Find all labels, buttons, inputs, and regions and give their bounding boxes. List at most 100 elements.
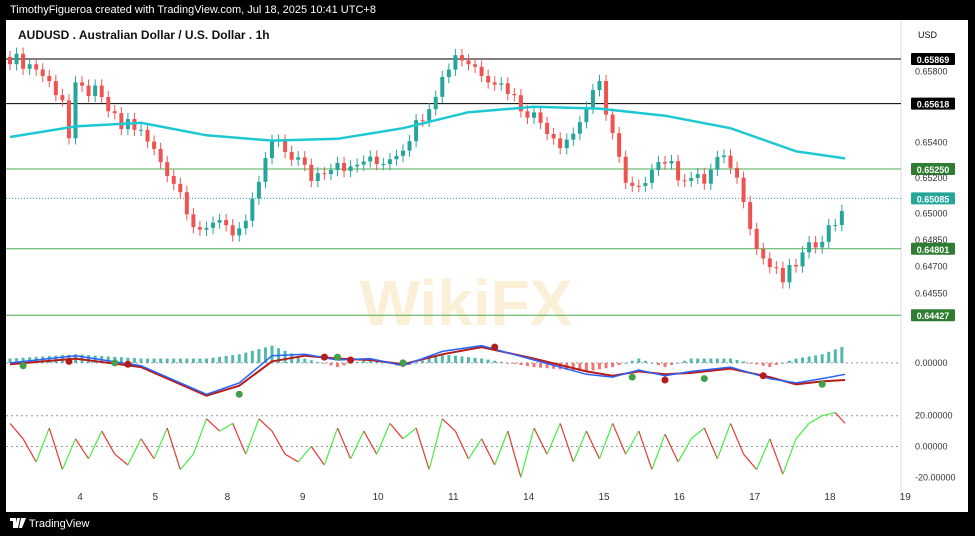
oscillator-segment xyxy=(206,418,221,432)
oscillator-segment xyxy=(179,453,194,470)
candle-body xyxy=(60,95,65,101)
candle-body xyxy=(21,53,26,69)
macd-histogram-bar xyxy=(486,359,490,363)
candle-body xyxy=(99,85,104,98)
price-tick-label: 0.64850 xyxy=(915,235,948,245)
macd-histogram-bar xyxy=(414,362,418,364)
candle xyxy=(545,116,550,141)
grid-lines xyxy=(6,20,902,500)
candle-body xyxy=(283,140,288,152)
candle-body xyxy=(466,60,471,65)
price-axis[interactable]: 0.658690.656180.652500.650850.648010.644… xyxy=(911,53,956,482)
level-label: 0.65869 xyxy=(911,53,955,66)
macd-histogram-bar xyxy=(237,354,241,363)
time-tick-label: 8 xyxy=(225,492,231,503)
oscillator-segment xyxy=(48,427,63,470)
candle xyxy=(761,242,766,265)
macd-histogram-bar xyxy=(814,355,818,363)
macd-histogram-bar xyxy=(493,360,497,363)
macd-histogram-bar xyxy=(722,358,726,363)
oscillator-segment xyxy=(756,438,771,470)
candle xyxy=(486,69,491,89)
candle xyxy=(446,63,451,84)
candle xyxy=(702,167,707,190)
candle-body xyxy=(715,157,720,170)
oscillator-segment xyxy=(22,438,37,463)
macd-histogram-bar xyxy=(336,362,339,368)
candle xyxy=(839,204,844,232)
candle-body xyxy=(617,133,622,157)
oscillator-segment xyxy=(310,446,325,466)
macd-histogram-bar xyxy=(604,362,608,369)
candle-body xyxy=(93,85,98,97)
candle-body xyxy=(270,140,274,159)
candle-body xyxy=(309,164,314,181)
candle-body xyxy=(152,141,157,149)
macd-histogram-bar xyxy=(283,350,287,363)
candle xyxy=(40,63,45,83)
candle-body xyxy=(446,69,451,78)
candle-body xyxy=(780,267,785,283)
candle-body xyxy=(355,164,360,167)
candle-body xyxy=(800,252,805,267)
candle xyxy=(604,74,609,121)
macd-histogram-bar xyxy=(421,360,425,363)
osc-tick-label: 20.00000 xyxy=(915,411,953,421)
candle xyxy=(643,176,648,193)
candle xyxy=(387,153,392,171)
candle xyxy=(224,213,229,232)
level-label-text: 0.65085 xyxy=(917,194,950,204)
candle xyxy=(617,126,622,163)
oscillator-segment xyxy=(402,427,417,440)
oscillator-segment xyxy=(192,418,208,455)
macd-histogram-bar xyxy=(165,358,169,363)
candle-body xyxy=(702,174,707,184)
candle xyxy=(682,174,687,188)
price-tick-label: 0.65000 xyxy=(915,208,948,218)
candle-body xyxy=(73,82,78,139)
oscillator-segment xyxy=(166,427,181,470)
candle-body xyxy=(139,129,143,131)
macd-histogram-bar xyxy=(309,360,313,363)
oscillator-segment xyxy=(822,412,836,417)
candle-body xyxy=(564,139,569,149)
candle-body xyxy=(361,161,366,165)
candle-body xyxy=(721,155,726,158)
candle-body xyxy=(368,156,373,162)
candle-body xyxy=(53,81,58,96)
macd-cross-marker xyxy=(700,375,708,383)
candle-body xyxy=(551,133,556,139)
currency-label[interactable]: USD xyxy=(918,30,938,40)
candle-body xyxy=(178,183,183,193)
candle xyxy=(518,89,523,118)
candle-body xyxy=(86,85,91,97)
candle xyxy=(401,144,405,163)
candle xyxy=(178,177,183,199)
oscillator-segment xyxy=(559,423,574,463)
candle xyxy=(119,106,124,136)
price-tick-label: 0.65400 xyxy=(915,137,948,147)
time-axis[interactable]: 4 5 8 9 10 11 14 15 16 17 18 19 xyxy=(77,492,911,503)
candle-body xyxy=(427,109,432,121)
chart-svg[interactable]: WikiFX 0.658690.656180.652500.650850.648… xyxy=(6,20,968,512)
candle xyxy=(623,150,628,190)
candle xyxy=(669,154,674,170)
candle xyxy=(171,169,176,191)
candle xyxy=(139,123,143,137)
candle xyxy=(610,108,615,140)
oscillator-segment xyxy=(716,423,732,460)
macd-tick-label: 0.00000 xyxy=(915,358,948,368)
candle xyxy=(53,74,58,102)
oscillator-segment xyxy=(598,423,614,460)
macd-histogram-bar xyxy=(322,362,326,364)
candle-body xyxy=(191,214,196,228)
macd-cross-marker xyxy=(124,360,132,368)
candle-body xyxy=(342,162,347,171)
macd-histogram-bar xyxy=(480,358,484,363)
macd-histogram-bar xyxy=(218,356,222,363)
oscillator-segment xyxy=(664,433,679,463)
macd-histogram-bar xyxy=(755,362,759,365)
candle-body xyxy=(761,248,766,259)
candle xyxy=(453,48,458,76)
candle-body xyxy=(119,113,124,130)
